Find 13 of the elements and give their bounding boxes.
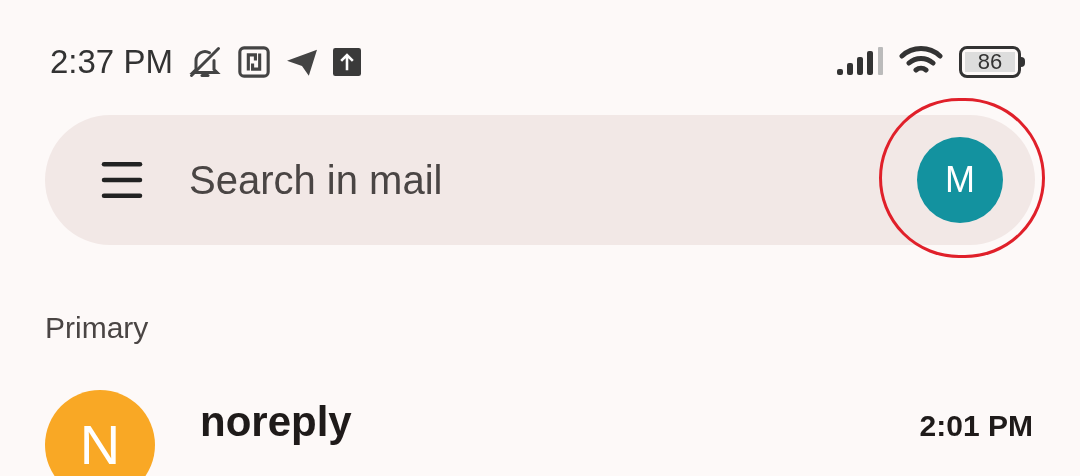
sender-avatar: N — [45, 390, 155, 476]
email-time: 2:01 PM — [919, 408, 1033, 444]
search-placeholder: Search in mail — [189, 157, 444, 204]
battery-level: 86 — [965, 52, 1015, 72]
signal-icon — [837, 47, 885, 77]
search-bar[interactable]: Search in mail M — [45, 115, 1035, 245]
section-label: Primary — [44, 310, 150, 346]
email-sender: noreply — [200, 397, 352, 447]
nfc-icon — [236, 45, 271, 79]
status-time: 2:37 PM — [50, 42, 173, 83]
account-avatar[interactable]: M — [917, 137, 1003, 223]
upload-icon — [332, 48, 361, 76]
paper-plane-icon — [284, 47, 319, 77]
